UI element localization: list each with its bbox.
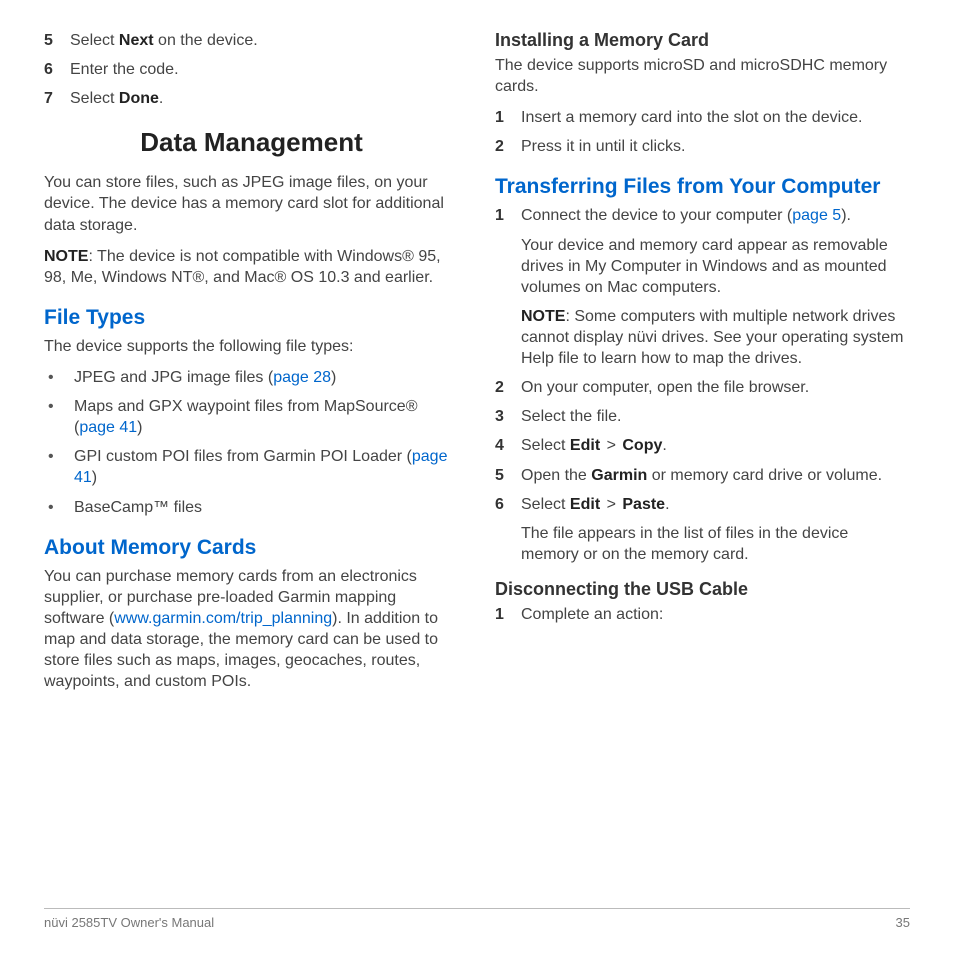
- step-number: 1: [495, 205, 521, 369]
- list-item: 6 Enter the code.: [44, 59, 459, 80]
- transfer-steps: 1 Connect the device to your computer (p…: [495, 205, 910, 565]
- page-link[interactable]: page 41: [79, 419, 137, 436]
- step-text: Enter the code.: [70, 59, 459, 80]
- left-column: 5 Select Next on the device. 6 Enter the…: [44, 30, 459, 880]
- page-footer: nüvi 2585TV Owner's Manual 35: [44, 908, 910, 930]
- filetypes-intro: The device supports the following file t…: [44, 336, 459, 357]
- install-intro: The device supports microSD and microSDH…: [495, 55, 910, 97]
- list-item: 5 Select Next on the device.: [44, 30, 459, 51]
- step-text: Insert a memory card into the slot on th…: [521, 107, 910, 128]
- step-text: On your computer, open the file browser.: [521, 377, 910, 398]
- step-number: 6: [44, 59, 70, 80]
- step-number: 7: [44, 88, 70, 109]
- subheading-disconnect: Disconnecting the USB Cable: [495, 579, 910, 600]
- memcards-paragraph: You can purchase memory cards from an el…: [44, 566, 459, 693]
- step-text: Connect the device to your computer (pag…: [521, 205, 910, 369]
- step-text: Select the file.: [521, 406, 910, 427]
- filetypes-list: JPEG and JPG image files (page 28) Maps …: [44, 367, 459, 518]
- note-paragraph: NOTE: The device is not compatible with …: [44, 246, 459, 288]
- step-text: Select Edit > Copy.: [521, 435, 910, 456]
- step-number: 5: [44, 30, 70, 51]
- list-item: 1 Insert a memory card into the slot on …: [495, 107, 910, 128]
- step-text: Select Edit > Paste. The file appears in…: [521, 494, 910, 565]
- step-number: 2: [495, 377, 521, 398]
- step-text: Select Done.: [70, 88, 459, 109]
- footer-title: nüvi 2585TV Owner's Manual: [44, 915, 214, 930]
- disconnect-steps: 1 Complete an action:: [495, 604, 910, 625]
- list-item: JPEG and JPG image files (page 28): [44, 367, 459, 388]
- subheading-file-types: File Types: [44, 306, 459, 330]
- page-body: 5 Select Next on the device. 6 Enter the…: [0, 0, 954, 880]
- step-number: 1: [495, 604, 521, 625]
- list-item: 3 Select the file.: [495, 406, 910, 427]
- subheading-transfer: Transferring Files from Your Computer: [495, 175, 910, 199]
- step-sub: Your device and memory card appear as re…: [521, 235, 910, 298]
- intro-paragraph: You can store files, such as JPEG image …: [44, 172, 459, 235]
- right-column: Installing a Memory Card The device supp…: [495, 30, 910, 880]
- page-link[interactable]: page 28: [273, 369, 331, 386]
- list-item: 2 On your computer, open the file browse…: [495, 377, 910, 398]
- external-link[interactable]: www.garmin.com/trip_planning: [114, 610, 332, 627]
- top-steps-list: 5 Select Next on the device. 6 Enter the…: [44, 30, 459, 109]
- list-item: 2 Press it in until it clicks.: [495, 136, 910, 157]
- step-number: 6: [495, 494, 521, 565]
- list-item: GPI custom POI files from Garmin POI Loa…: [44, 446, 459, 488]
- list-item: Maps and GPX waypoint files from MapSour…: [44, 396, 459, 438]
- step-text: Open the Garmin or memory card drive or …: [521, 465, 910, 486]
- step-number: 5: [495, 465, 521, 486]
- list-item: 4 Select Edit > Copy.: [495, 435, 910, 456]
- list-item: 1 Connect the device to your computer (p…: [495, 205, 910, 369]
- step-text: Select Next on the device.: [70, 30, 459, 51]
- section-heading: Data Management: [44, 127, 459, 158]
- subheading-install: Installing a Memory Card: [495, 30, 910, 51]
- list-item: 6 Select Edit > Paste. The file appears …: [495, 494, 910, 565]
- step-sub: The file appears in the list of files in…: [521, 523, 910, 565]
- page-link[interactable]: page 5: [792, 207, 841, 224]
- list-item: BaseCamp™ files: [44, 497, 459, 518]
- step-number: 4: [495, 435, 521, 456]
- step-note: NOTE: Some computers with multiple netwo…: [521, 306, 910, 369]
- subheading-memory-cards: About Memory Cards: [44, 536, 459, 560]
- step-number: 1: [495, 107, 521, 128]
- list-item: 7 Select Done.: [44, 88, 459, 109]
- step-number: 3: [495, 406, 521, 427]
- step-text: Complete an action:: [521, 604, 910, 625]
- step-text: Press it in until it clicks.: [521, 136, 910, 157]
- install-steps: 1 Insert a memory card into the slot on …: [495, 107, 910, 157]
- list-item: 1 Complete an action:: [495, 604, 910, 625]
- page-number: 35: [896, 915, 910, 930]
- list-item: 5 Open the Garmin or memory card drive o…: [495, 465, 910, 486]
- step-number: 2: [495, 136, 521, 157]
